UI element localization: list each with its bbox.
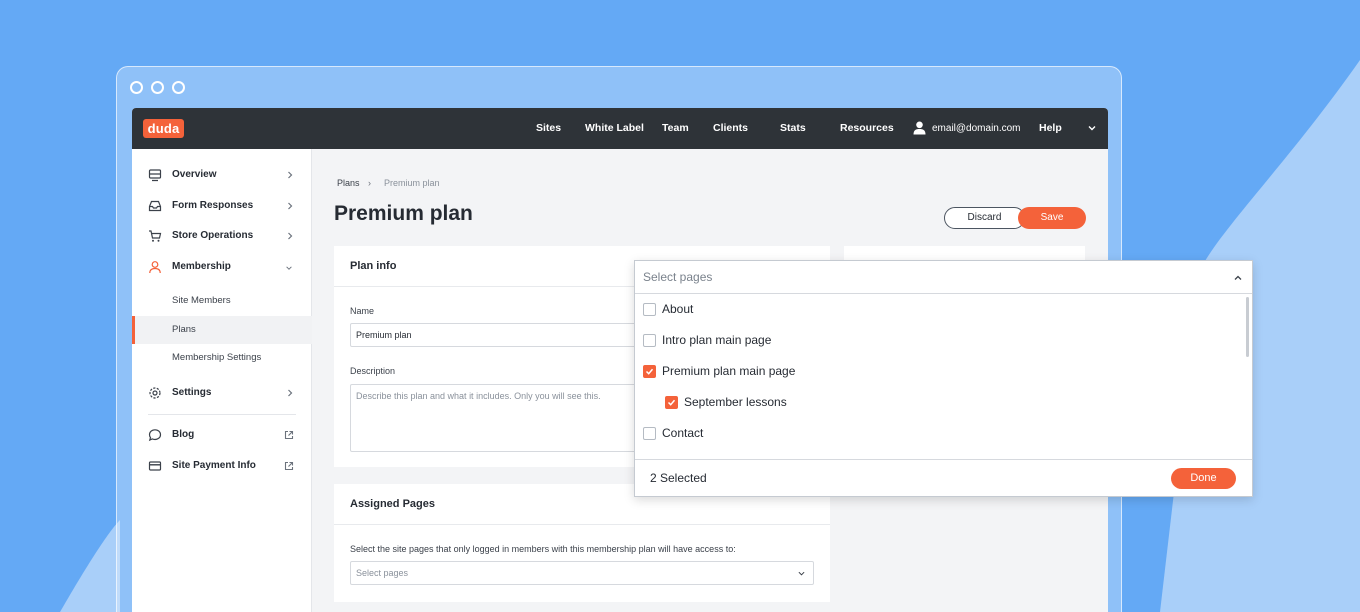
nav-clients[interactable]: Clients (713, 108, 748, 149)
user-icon[interactable] (913, 121, 926, 135)
select-pages-dropdown[interactable]: Select pages (350, 561, 814, 585)
page-option-label: About (662, 302, 694, 316)
inbox-icon (148, 200, 162, 212)
sidebar-subitem-label: Plans (172, 324, 196, 335)
nav-help[interactable]: Help (1039, 108, 1062, 149)
select-pages-popup-header[interactable]: Select pages (635, 261, 1252, 294)
checkmark-icon (667, 399, 676, 406)
done-button[interactable]: Done (1171, 468, 1236, 489)
chevron-right-icon (288, 389, 293, 397)
sidebar-item-label: Overview (172, 169, 217, 180)
checkbox[interactable] (643, 303, 656, 316)
sidebar-subitem-label: Site Members (172, 295, 231, 306)
external-link-icon (284, 430, 294, 440)
sidebar-item-label: Form Responses (172, 200, 254, 211)
page-option-premium-plan-main-page[interactable]: Premium plan main page (635, 356, 1235, 387)
cart-icon (149, 230, 162, 242)
chevron-down-icon[interactable] (1087, 124, 1097, 132)
breadcrumb-separator: › (368, 178, 371, 188)
checkbox-checked[interactable] (665, 396, 678, 409)
page-option-label: Intro plan main page (662, 333, 772, 347)
nav-team[interactable]: Team (662, 108, 689, 149)
window-dot-icon (130, 81, 143, 94)
sidebar-item-label: Membership (172, 261, 231, 272)
assigned-pages-heading: Assigned Pages (350, 498, 435, 510)
breadcrumb-current: Premium plan (384, 178, 440, 188)
sidebar-subitem-plans[interactable]: Plans (132, 316, 312, 344)
chevron-down-icon (798, 571, 805, 576)
page-option-label: Premium plan main page (662, 364, 796, 378)
page-option-september-lessons[interactable]: September lessons (635, 387, 1235, 418)
sidebar-subitem-membership-settings[interactable]: Membership Settings (132, 344, 312, 372)
monitor-icon (148, 169, 162, 182)
nav-white-label[interactable]: White Label (585, 108, 644, 149)
duda-logo[interactable]: duda (143, 119, 184, 138)
page-option-about[interactable]: About (635, 294, 1235, 325)
select-pages-popup-placeholder: Select pages (643, 270, 713, 284)
sidebar-item-settings[interactable]: Settings (132, 378, 312, 408)
sidebar-item-blog[interactable]: Blog (132, 420, 312, 450)
save-button[interactable]: Save (1018, 207, 1086, 229)
sidebar-item-label: Site Payment Info (172, 460, 256, 471)
checkbox[interactable] (643, 334, 656, 347)
gear-icon (149, 387, 161, 399)
checkbox[interactable] (643, 427, 656, 440)
nav-sites[interactable]: Sites (536, 108, 561, 149)
sidebar-item-form-responses[interactable]: Form Responses (132, 191, 312, 221)
page-option-label: September lessons (684, 395, 787, 409)
select-pages-popup: Select pages About Intro plan main page … (634, 260, 1253, 497)
sidebar-item-overview[interactable]: Overview (132, 160, 312, 190)
checkbox-checked[interactable] (643, 365, 656, 378)
page-option-intro-plan-main-page[interactable]: Intro plan main page (635, 325, 1235, 356)
external-link-icon (284, 461, 294, 471)
chevron-up-icon[interactable] (1233, 274, 1243, 281)
chevron-down-icon (286, 266, 292, 270)
sidebar-item-site-payment-info[interactable]: Site Payment Info (132, 451, 312, 481)
sidebar-item-membership[interactable]: Membership (132, 252, 312, 282)
selected-count: 2 Selected (650, 471, 707, 485)
breadcrumb-parent[interactable]: Plans (337, 178, 360, 188)
chevron-right-icon (288, 171, 293, 179)
chevron-right-icon (288, 202, 293, 210)
sidebar-item-label: Blog (172, 429, 195, 440)
select-pages-placeholder: Select pages (356, 568, 409, 578)
page-title: Premium plan (334, 202, 473, 225)
sidebar-divider (148, 414, 296, 415)
assigned-pages-instructions: Select the site pages that only logged i… (350, 544, 736, 554)
sidebar-subitem-site-members[interactable]: Site Members (132, 287, 312, 315)
credit-card-icon (148, 461, 162, 471)
sidebar-item-label: Settings (172, 387, 212, 398)
window-dot-icon (172, 81, 185, 94)
person-icon (149, 261, 161, 274)
nav-resources[interactable]: Resources (840, 108, 894, 149)
name-label: Name (350, 306, 375, 316)
sidebar-item-label: Store Operations (172, 230, 254, 241)
nav-stats[interactable]: Stats (780, 108, 806, 149)
select-pages-popup-footer: 2 Selected Done (635, 459, 1252, 496)
user-email[interactable]: email@domain.com (932, 108, 1021, 149)
sidebar: Overview Form Responses Store Operations (132, 149, 312, 612)
chat-bubble-icon (148, 429, 162, 442)
scrollbar-thumb[interactable] (1246, 297, 1249, 357)
discard-button[interactable]: Discard (944, 207, 1025, 229)
assigned-pages-card: Assigned Pages Select the site pages tha… (334, 484, 830, 602)
plan-info-heading: Plan info (350, 260, 397, 272)
chevron-right-icon (288, 232, 293, 240)
page-option-label: Contact (662, 426, 704, 440)
sidebar-subitem-label: Membership Settings (172, 352, 262, 363)
sidebar-item-store-operations[interactable]: Store Operations (132, 221, 312, 251)
checkmark-icon (645, 368, 654, 375)
page-option-contact[interactable]: Contact (635, 418, 1235, 449)
window-dot-icon (151, 81, 164, 94)
top-navbar: duda Sites White Label Team Clients Stat… (132, 108, 1108, 149)
description-label: Description (350, 366, 396, 376)
